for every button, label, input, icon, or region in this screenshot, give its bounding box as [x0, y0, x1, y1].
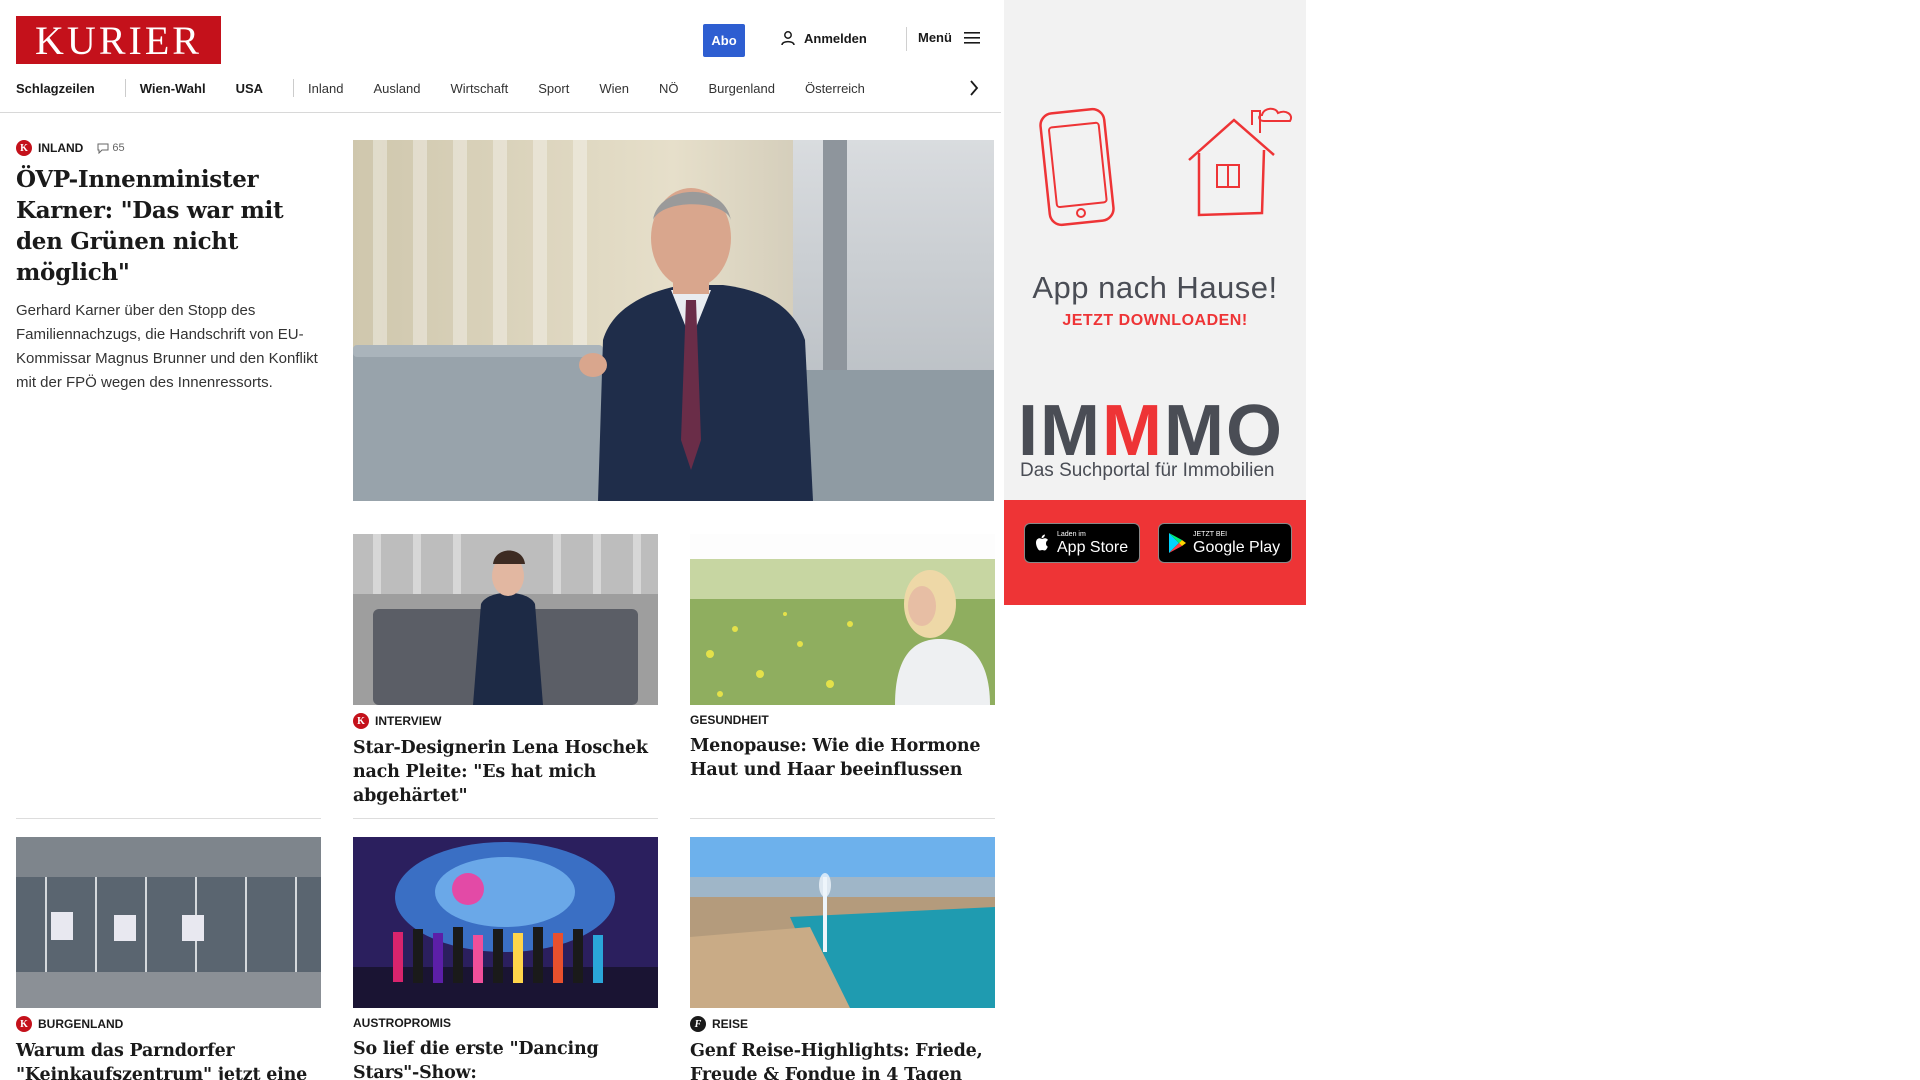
- app-store-button[interactable]: Laden im App Store: [1024, 523, 1140, 563]
- card-kicker-label: Reise: [712, 1017, 749, 1031]
- card-kicker: K Interview: [353, 713, 655, 729]
- card-kicker: Austropromis: [353, 1016, 655, 1030]
- immmo-tagline: Das Suchportal für Immobilien: [1020, 460, 1275, 481]
- hamburger-icon: [963, 31, 980, 44]
- card-kicker-label: Gesundheit: [690, 713, 769, 727]
- kurier-plus-icon: K: [16, 1016, 32, 1032]
- card-headline[interactable]: Warum das Parndorfer "Keinkaufszentrum" …: [16, 1039, 318, 1080]
- ad-cta[interactable]: JETZT DOWNLOADEN!: [1004, 312, 1306, 330]
- site-header: KURIER Abo Anmelden Menü Schlagzeilen Wi…: [0, 0, 1001, 113]
- nav-item-inland[interactable]: Inland: [308, 81, 359, 96]
- nav-item-wirtschaft[interactable]: Wirtschaft: [450, 81, 524, 96]
- article-card[interactable]: Austropromis So lief die erste "Dancing …: [353, 1016, 655, 1080]
- immmo-logo-part: MO: [1163, 391, 1284, 471]
- card-kicker: K Burgenland: [16, 1016, 318, 1032]
- article-card[interactable]: K Interview Star-Designerin Lena Hoschek…: [353, 713, 655, 808]
- chevron-right-icon[interactable]: [968, 78, 980, 98]
- app-store-small: Laden im: [1057, 530, 1086, 538]
- article-card[interactable]: f Reise Genf Reise-Highlights: Friede, F…: [690, 1016, 992, 1080]
- menu-label: Menü: [918, 30, 952, 45]
- nav-item-burgenland[interactable]: Burgenland: [708, 81, 791, 96]
- card-image[interactable]: [690, 534, 995, 705]
- app-store-text: Laden im App Store: [1057, 531, 1128, 556]
- google-play-big: Google Play: [1193, 538, 1281, 556]
- phone-illustration-icon: [1039, 107, 1115, 227]
- kurier-logo[interactable]: KURIER: [16, 16, 221, 64]
- article-card[interactable]: Gesundheit Menopause: Wie die Hormone Ha…: [690, 713, 992, 782]
- article-card[interactable]: K Burgenland Warum das Parndorfer "Keink…: [16, 1016, 318, 1080]
- card-headline[interactable]: So lief die erste "Dancing Stars"-Show: …: [353, 1037, 655, 1080]
- immmo-logo-part: IM: [1018, 391, 1102, 471]
- google-play-text: JETZT BEI Google Play: [1193, 531, 1280, 556]
- immmo-logo-m: M: [1101, 391, 1164, 471]
- card-headline[interactable]: Star-Designerin Lena Hoschek nach Pleite…: [353, 736, 655, 808]
- lead-image[interactable]: [353, 140, 994, 501]
- nav-separator: [293, 79, 295, 97]
- nav-item-wien-wahl[interactable]: Wien-Wahl: [140, 81, 222, 96]
- lead-teaser: Gerhard Karner über den Stopp des Famili…: [16, 302, 318, 391]
- apple-icon: [1036, 534, 1048, 551]
- card-kicker: Gesundheit: [690, 713, 992, 727]
- card-headline[interactable]: Menopause: Wie die Hormone Haut und Haar…: [690, 734, 992, 782]
- abo-button[interactable]: Abo: [703, 24, 745, 57]
- immmo-ad[interactable]: App nach Hause! JETZT DOWNLOADEN! IMMMO …: [1004, 0, 1306, 605]
- lead-kicker: K Inland 65: [16, 140, 318, 156]
- lead-kicker-label: Inland: [38, 141, 84, 155]
- nav-item-schlagzeilen[interactable]: Schlagzeilen: [16, 81, 111, 96]
- menu-button[interactable]: Menü: [918, 30, 980, 45]
- card-image[interactable]: [690, 837, 995, 1008]
- freizeit-icon: f: [690, 1016, 706, 1032]
- card-headline[interactable]: Genf Reise-Highlights: Friede, Freude & …: [690, 1039, 992, 1080]
- app-store-big: App Store: [1057, 538, 1129, 556]
- login-label: Anmelden: [804, 30, 867, 46]
- nav-item-noe[interactable]: NÖ: [659, 81, 695, 96]
- kurier-plus-icon: K: [16, 140, 32, 156]
- nav-item-sport[interactable]: Sport: [538, 81, 585, 96]
- house-illustration-icon: [1188, 107, 1292, 217]
- card-kicker-label: Interview: [375, 714, 442, 728]
- row-divider: [16, 818, 321, 819]
- lead-article[interactable]: K Inland 65 ÖVP-Innenminister Karner: "D…: [16, 140, 318, 395]
- google-play-icon: [1169, 533, 1186, 553]
- nav-item-ausland[interactable]: Ausland: [373, 81, 436, 96]
- row-divider: [353, 818, 658, 819]
- nav-separator: [124, 79, 126, 97]
- section-nav: Schlagzeilen Wien-Wahl USA Inland Auslan…: [16, 78, 895, 98]
- login-button[interactable]: Anmelden: [780, 30, 867, 46]
- ad-headline: App nach Hause!: [1032, 270, 1278, 305]
- comment-icon: [97, 143, 109, 154]
- lead-headline[interactable]: ÖVP-Innenminister Karner: "Das war mit d…: [16, 164, 318, 288]
- card-image[interactable]: [16, 837, 321, 1008]
- card-kicker-label: Austropromis: [353, 1016, 452, 1030]
- comment-count-value: 65: [112, 142, 125, 154]
- card-image[interactable]: [353, 837, 658, 1008]
- nav-item-wien[interactable]: Wien: [599, 81, 645, 96]
- card-image[interactable]: [353, 534, 658, 705]
- nav-item-usa[interactable]: USA: [236, 81, 279, 96]
- header-divider: [906, 27, 907, 51]
- nav-item-oesterreich[interactable]: Österreich: [805, 81, 881, 96]
- google-play-button[interactable]: JETZT BEI Google Play: [1158, 523, 1292, 563]
- comment-count[interactable]: 65: [97, 142, 125, 154]
- row-divider: [690, 818, 995, 819]
- card-kicker-label: Burgenland: [38, 1017, 124, 1031]
- google-play-small: JETZT BEI: [1193, 530, 1228, 538]
- user-icon: [781, 31, 795, 46]
- card-kicker: f Reise: [690, 1016, 992, 1032]
- kurier-plus-icon: K: [353, 713, 369, 729]
- immmo-logo: IMMMO: [1018, 395, 1284, 467]
